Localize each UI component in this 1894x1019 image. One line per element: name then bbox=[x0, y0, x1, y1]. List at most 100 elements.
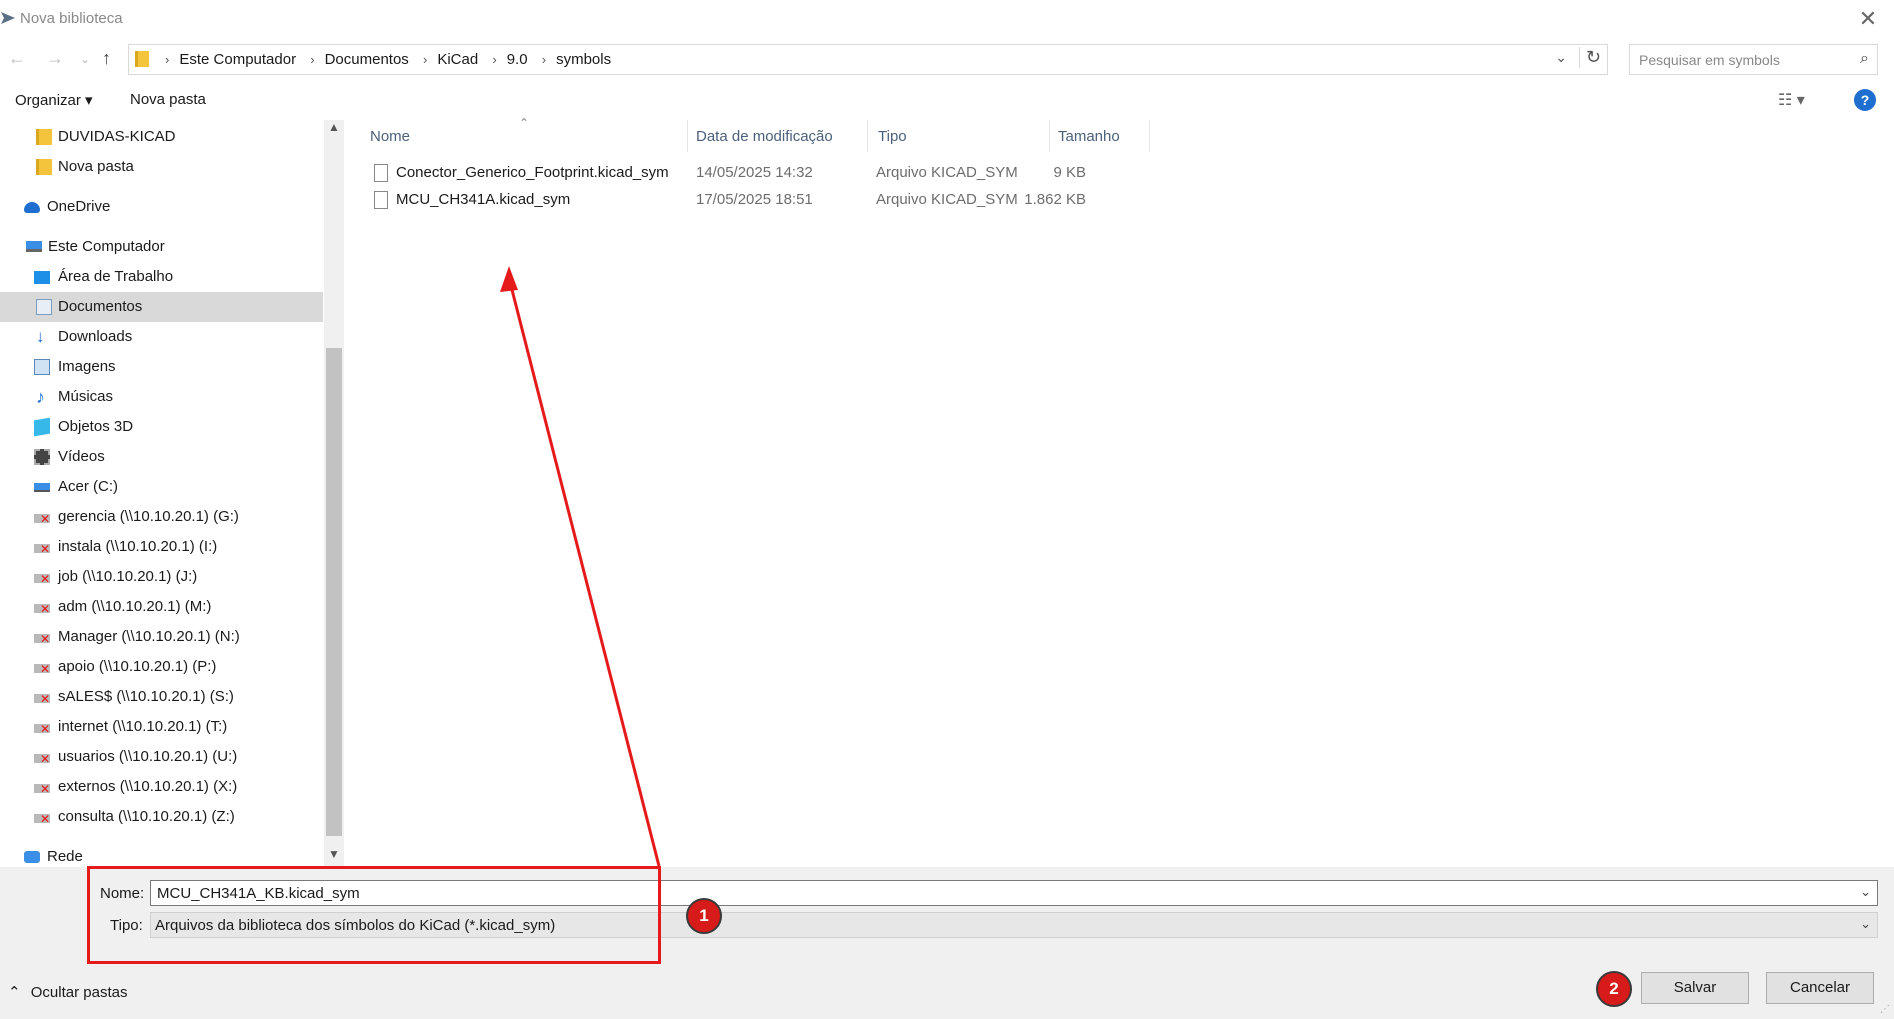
breadcrumb-item[interactable]: KiCad bbox=[437, 51, 478, 68]
navigation-pane: DUVIDAS-KICAD Nova pasta OneDrive Este C… bbox=[0, 120, 344, 867]
chevron-right-icon: › bbox=[492, 52, 497, 67]
back-arrow-icon[interactable]: ← bbox=[8, 48, 26, 69]
up-arrow-icon[interactable]: ↑ bbox=[102, 48, 111, 69]
search-input[interactable]: Pesquisar em symbols ⌕ bbox=[1629, 44, 1878, 75]
3d-objects-icon bbox=[34, 417, 50, 437]
drive-icon bbox=[34, 483, 50, 492]
nav-item-network-drive[interactable]: instala (\\10.10.20.1) (I:) bbox=[0, 532, 323, 562]
nav-scrollbar[interactable]: ▲ ▼ bbox=[324, 120, 344, 867]
new-folder-button[interactable]: Nova pasta bbox=[130, 91, 206, 108]
breadcrumb-item[interactable]: symbols bbox=[556, 51, 611, 68]
network-drive-disconnected-icon bbox=[34, 692, 50, 706]
nav-item-pictures[interactable]: Imagens bbox=[0, 352, 323, 382]
address-row: ← → ⌄ ↑ › Este Computador › Documentos › Ki… bbox=[0, 38, 1894, 80]
network-drive-disconnected-icon bbox=[34, 812, 50, 826]
save-button[interactable]: Salvar bbox=[1641, 972, 1749, 1004]
network-drive-disconnected-icon bbox=[34, 782, 50, 796]
nav-item-3d-objects[interactable]: Objetos 3D bbox=[0, 412, 323, 442]
network-drive-disconnected-icon bbox=[34, 722, 50, 736]
file-row[interactable]: MCU_CH341A.kicad_sym 17/05/2025 18:51 Ar… bbox=[344, 187, 1294, 214]
network-drive-disconnected-icon bbox=[34, 572, 50, 586]
resize-grip-icon[interactable]: ⋰ bbox=[1880, 1004, 1890, 1015]
breadcrumb-item[interactable]: Documentos bbox=[325, 51, 409, 68]
organize-button[interactable]: Organizar ▾ bbox=[15, 91, 93, 109]
cancel-button[interactable]: Cancelar bbox=[1766, 972, 1874, 1004]
column-header-label: Data de modificação bbox=[696, 128, 833, 145]
sort-ascending-icon: ⌃ bbox=[519, 116, 530, 130]
nav-item-label: Este Computador bbox=[48, 238, 165, 255]
nav-item-network[interactable]: Rede bbox=[0, 842, 323, 867]
search-placeholder: Pesquisar em symbols bbox=[1639, 52, 1780, 68]
address-bar[interactable]: › Este Computador › Documentos › KiCad › 9.0… bbox=[128, 44, 1608, 75]
column-header-date[interactable]: Data de modificação bbox=[688, 120, 868, 152]
nav-item-network-drive[interactable]: internet (\\10.10.20.1) (T:) bbox=[0, 712, 323, 742]
view-options-icon[interactable]: ☷ ▾ bbox=[1778, 90, 1805, 110]
network-drive-disconnected-icon bbox=[34, 542, 50, 556]
network-drive-disconnected-icon bbox=[34, 512, 50, 526]
nav-item[interactable]: DUVIDAS-KICAD bbox=[0, 122, 323, 152]
nav-item-network-drive[interactable]: gerencia (\\10.10.20.1) (G:) bbox=[0, 502, 323, 532]
nav-item-label: externos (\\10.10.20.1) (X:) bbox=[58, 778, 238, 795]
nav-item-desktop[interactable]: Área de Trabalho bbox=[0, 262, 323, 292]
nav-item-label: OneDrive bbox=[47, 198, 111, 215]
nav-item-label: Documentos bbox=[58, 298, 143, 315]
nav-item-network-drive[interactable]: job (\\10.10.20.1) (J:) bbox=[0, 562, 323, 592]
chevron-down-icon[interactable]: ⌄ bbox=[1860, 884, 1871, 900]
help-icon[interactable]: ? bbox=[1854, 89, 1876, 111]
column-header-size[interactable]: Tamanho bbox=[1050, 120, 1150, 152]
column-header-name[interactable]: Nome ⌃ bbox=[344, 116, 688, 152]
nav-item-videos[interactable]: Vídeos bbox=[0, 442, 323, 472]
folder-icon bbox=[36, 159, 52, 175]
hide-folders-label: Ocultar pastas bbox=[30, 984, 128, 1001]
network-drive-disconnected-icon bbox=[34, 752, 50, 766]
chevron-up-icon: ⌃ bbox=[8, 984, 21, 1001]
nav-item-network-drive[interactable]: apoio (\\10.10.20.1) (P:) bbox=[0, 652, 323, 682]
refresh-icon[interactable]: ↻ bbox=[1578, 47, 1601, 68]
nav-item-documents[interactable]: Documentos bbox=[0, 292, 323, 322]
chevron-down-icon[interactable]: ⌄ bbox=[1860, 916, 1871, 932]
scrollbar-thumb[interactable] bbox=[326, 348, 342, 836]
nav-item-music[interactable]: ♪ Músicas bbox=[0, 382, 323, 412]
column-header-label: Tipo bbox=[878, 128, 907, 145]
annotation-badge-1: 1 bbox=[686, 898, 722, 934]
nav-item-drive-c[interactable]: Acer (C:) bbox=[0, 472, 323, 502]
column-header-label: Tamanho bbox=[1058, 128, 1120, 145]
scroll-down-icon[interactable]: ▼ bbox=[328, 847, 340, 861]
breadcrumb-item[interactable]: 9.0 bbox=[507, 51, 528, 68]
nav-item-label: Objetos 3D bbox=[58, 418, 134, 435]
folder-icon bbox=[135, 51, 149, 67]
nav-item-network-drive[interactable]: Manager (\\10.10.20.1) (N:) bbox=[0, 622, 323, 652]
column-header-type[interactable]: Tipo bbox=[868, 120, 1050, 152]
breadcrumb-item[interactable]: Este Computador bbox=[179, 51, 296, 68]
nav-item-network-drive[interactable]: sALES$ (\\10.10.20.1) (S:) bbox=[0, 682, 323, 712]
file-row[interactable]: Conector_Generico_Footprint.kicad_sym 14… bbox=[344, 160, 1294, 187]
scroll-up-icon[interactable]: ▲ bbox=[328, 120, 340, 134]
cloud-icon bbox=[24, 202, 40, 213]
close-icon[interactable]: ✕ bbox=[1856, 6, 1880, 32]
nav-item-label: Músicas bbox=[58, 388, 114, 405]
nav-item[interactable]: Nova pasta bbox=[0, 152, 323, 182]
toolbar: Organizar ▾ Nova pasta ☷ ▾ ? bbox=[0, 80, 1894, 120]
network-drive-disconnected-icon bbox=[34, 632, 50, 646]
annotation-highlight-box bbox=[87, 866, 661, 964]
forward-arrow-icon[interactable]: → bbox=[46, 48, 64, 69]
hide-folders-toggle[interactable]: ⌃ Ocultar pastas bbox=[8, 983, 127, 1001]
nav-item-label: job (\\10.10.20.1) (J:) bbox=[58, 568, 198, 585]
nav-item-network-drive[interactable]: usuarios (\\10.10.20.1) (U:) bbox=[0, 742, 323, 772]
nav-item-network-drive[interactable]: externos (\\10.10.20.1) (X:) bbox=[0, 772, 323, 802]
nav-item-network-drive[interactable]: consulta (\\10.10.20.1) (Z:) bbox=[0, 802, 323, 832]
nav-item-onedrive[interactable]: OneDrive bbox=[0, 192, 323, 222]
computer-icon bbox=[26, 241, 42, 252]
search-icon[interactable]: ⌕ bbox=[1860, 50, 1869, 68]
recent-locations-chevron-icon[interactable]: ⌄ bbox=[80, 52, 90, 66]
nav-item-downloads[interactable]: ↓ Downloads bbox=[0, 322, 323, 352]
nav-item-label: usuarios (\\10.10.20.1) (U:) bbox=[58, 748, 238, 765]
documents-icon bbox=[36, 299, 52, 315]
file-list: Nome ⌃ Data de modificação Tipo Tamanho … bbox=[344, 116, 1894, 867]
nav-item-label: apoio (\\10.10.20.1) (P:) bbox=[58, 658, 217, 675]
file-icon bbox=[374, 164, 388, 182]
chevron-down-icon[interactable]: ⌄ bbox=[1555, 49, 1567, 66]
nav-item-network-drive[interactable]: adm (\\10.10.20.1) (M:) bbox=[0, 592, 323, 622]
nav-item-label: Downloads bbox=[58, 328, 133, 345]
nav-item-this-pc[interactable]: Este Computador bbox=[0, 232, 323, 262]
